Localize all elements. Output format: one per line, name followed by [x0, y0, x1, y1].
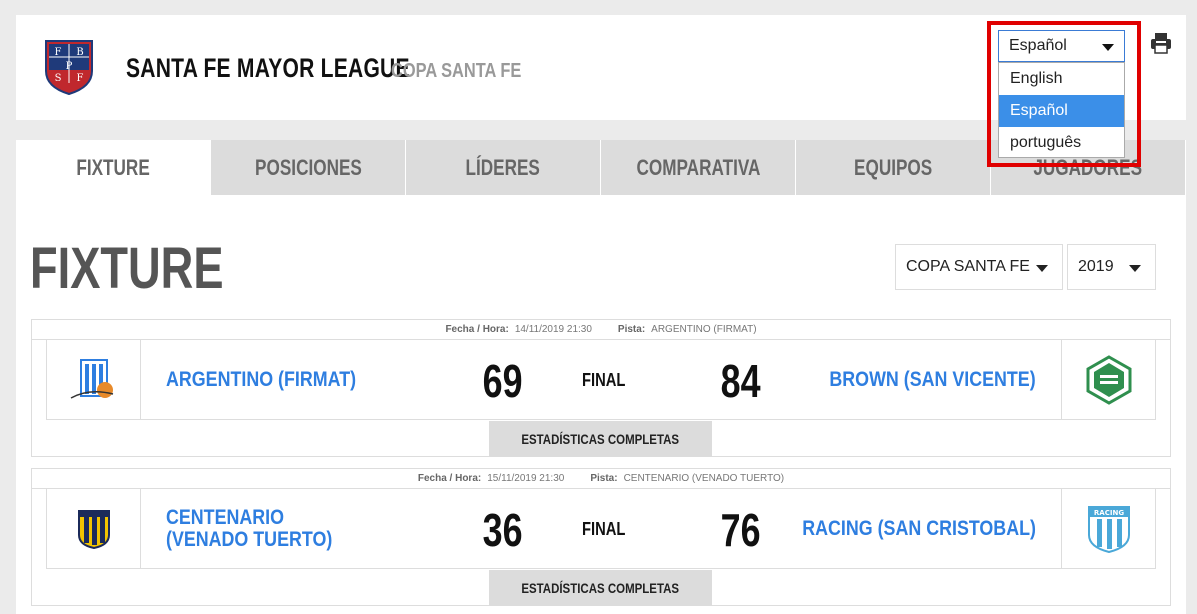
- chevron-down-icon: [1129, 265, 1141, 272]
- home-team-logo[interactable]: [47, 340, 141, 420]
- tab-equipos[interactable]: EQUIPOS: [796, 140, 991, 195]
- competition-select-value: COPA SANTA FE: [906, 258, 1030, 275]
- date-label: Fecha / Hora:: [417, 473, 482, 484]
- language-option-english[interactable]: English: [999, 63, 1124, 95]
- match-date: 15/11/2019 21:30: [487, 473, 565, 484]
- full-stats-button[interactable]: ESTADÍSTICAS COMPLETAS: [489, 421, 712, 457]
- chevron-down-icon: [1036, 265, 1048, 272]
- tab-label: EQUIPOS: [853, 154, 933, 180]
- date-label: Fecha / Hora:: [445, 324, 509, 335]
- cup-name: COPA SANTA FE: [391, 60, 522, 82]
- home-team-name[interactable]: ARGENTINO (FIRMAT): [166, 369, 356, 391]
- match-venue: ARGENTINO (FIRMAT): [651, 324, 757, 335]
- home-score: 36: [482, 504, 523, 556]
- tab-label: POSICIONES: [254, 154, 362, 180]
- print-icon[interactable]: [1150, 32, 1172, 54]
- tab-label: COMPARATIVA: [636, 154, 760, 180]
- match-status: FINAL: [582, 370, 626, 390]
- match-venue: CENTENARIO (VENADO TUERTO): [623, 473, 785, 484]
- year-select-value: 2019: [1078, 258, 1114, 275]
- logo-letter: F: [77, 73, 84, 84]
- chevron-down-icon: [1102, 44, 1114, 51]
- away-team-name[interactable]: RACING (SAN CRISTOBAL): [802, 518, 1036, 540]
- away-score: 84: [720, 355, 761, 407]
- language-select-value: Español: [1009, 37, 1067, 54]
- tab-lideres[interactable]: LÍDERES: [406, 140, 601, 195]
- year-select[interactable]: 2019: [1067, 244, 1156, 290]
- logo-letter: P: [66, 61, 73, 72]
- full-stats-label: ESTADÍSTICAS COMPLETAS: [521, 580, 680, 596]
- tab-label: FIXTURE: [76, 154, 150, 180]
- logo-letter: F: [55, 47, 62, 58]
- match-row: ARGENTINO (FIRMAT) 69 FINAL 84 BROWN (SA…: [46, 340, 1156, 420]
- away-team-logo[interactable]: RACING: [1061, 489, 1155, 569]
- tab-comparativa[interactable]: COMPARATIVA: [601, 140, 796, 195]
- league-logo[interactable]: F B P S F: [44, 39, 94, 96]
- league-name: SANTA FE MAYOR LEAGUE: [126, 53, 410, 83]
- away-score: 76: [720, 504, 761, 556]
- venue-label: Pista:: [617, 324, 646, 335]
- venue-label: Pista:: [590, 473, 618, 484]
- away-team-logo[interactable]: [1061, 340, 1155, 420]
- match-date: 14/11/2019 21:30: [514, 324, 592, 335]
- language-option-espanol[interactable]: Español: [999, 95, 1124, 127]
- match-meta: Fecha / Hora: 14/11/2019 21:30 Pista: AR…: [32, 320, 1170, 340]
- home-score: 69: [482, 355, 523, 407]
- match-row: CENTENARIO (VENADO TUERTO) 36 FINAL 76 R…: [46, 489, 1156, 569]
- page-title: FIXTURE: [30, 236, 224, 301]
- tab-fixture[interactable]: FIXTURE: [16, 140, 211, 195]
- full-stats-label: ESTADÍSTICAS COMPLETAS: [521, 431, 680, 447]
- match-meta: Fecha / Hora: 15/11/2019 21:30 Pista: CE…: [32, 469, 1170, 489]
- away-team-name[interactable]: BROWN (SAN VICENTE): [830, 369, 1036, 391]
- language-select[interactable]: Español: [998, 30, 1125, 62]
- full-stats-button[interactable]: ESTADÍSTICAS COMPLETAS: [489, 570, 712, 606]
- language-options-list: English Español português: [998, 62, 1125, 158]
- home-team-name[interactable]: CENTENARIO (VENADO TUERTO): [166, 507, 362, 551]
- match-card: Fecha / Hora: 15/11/2019 21:30 Pista: CE…: [31, 468, 1171, 606]
- tab-posiciones[interactable]: POSICIONES: [211, 140, 406, 195]
- fixture-panel: FIXTURE COPA SANTA FE 2019 Fecha / Hora:…: [16, 195, 1186, 614]
- tab-label: LÍDERES: [465, 154, 541, 180]
- competition-select[interactable]: COPA SANTA FE: [895, 244, 1063, 290]
- home-team-logo[interactable]: [47, 489, 141, 569]
- language-option-portugues[interactable]: português: [999, 127, 1124, 159]
- logo-letter: S: [55, 73, 62, 84]
- logo-letter: B: [76, 47, 83, 58]
- match-card: Fecha / Hora: 14/11/2019 21:30 Pista: AR…: [31, 319, 1171, 457]
- racing-logo-text: RACING: [1093, 509, 1123, 517]
- match-status: FINAL: [582, 519, 626, 539]
